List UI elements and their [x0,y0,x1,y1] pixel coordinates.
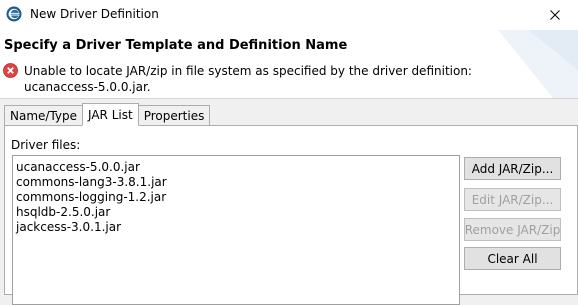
list-item[interactable]: jackcess-3.0.1.jar [16,220,456,235]
error-message: Unable to locate JAR/zip in file system … [24,64,472,94]
wizard-title: Specify a Driver Template and Definition… [4,38,348,53]
list-item[interactable]: commons-lang3-3.8.1.jar [16,175,456,190]
wizard-header: Specify a Driver Template and Definition… [0,30,578,99]
remove-jar-button[interactable]: Remove JAR/Zip [464,218,561,241]
tab-bar: Name/Type JAR List Properties [4,103,211,126]
window-title: New Driver Definition [30,7,159,21]
error-icon [3,63,18,78]
list-item[interactable]: hsqldb-2.5.0.jar [16,205,456,220]
driver-files-label: Driver files: [11,138,81,152]
clear-all-button[interactable]: Clear All [464,247,561,270]
add-jar-button[interactable]: Add JAR/Zip... [464,157,561,180]
tab-name-type[interactable]: Name/Type [4,105,84,125]
tab-jar-list[interactable]: JAR List [82,103,139,126]
close-icon [550,10,560,20]
eclipse-app-icon [6,6,22,22]
close-button[interactable] [532,0,578,30]
tab-properties[interactable]: Properties [137,105,211,125]
title-bar: New Driver Definition [0,0,578,30]
jar-list-panel: Driver files: ucanaccess-5.0.0.jar commo… [4,125,578,305]
list-item[interactable]: commons-logging-1.2.jar [16,190,456,205]
list-item[interactable]: ucanaccess-5.0.0.jar [16,160,456,175]
edit-jar-button[interactable]: Edit JAR/Zip... [464,188,561,211]
